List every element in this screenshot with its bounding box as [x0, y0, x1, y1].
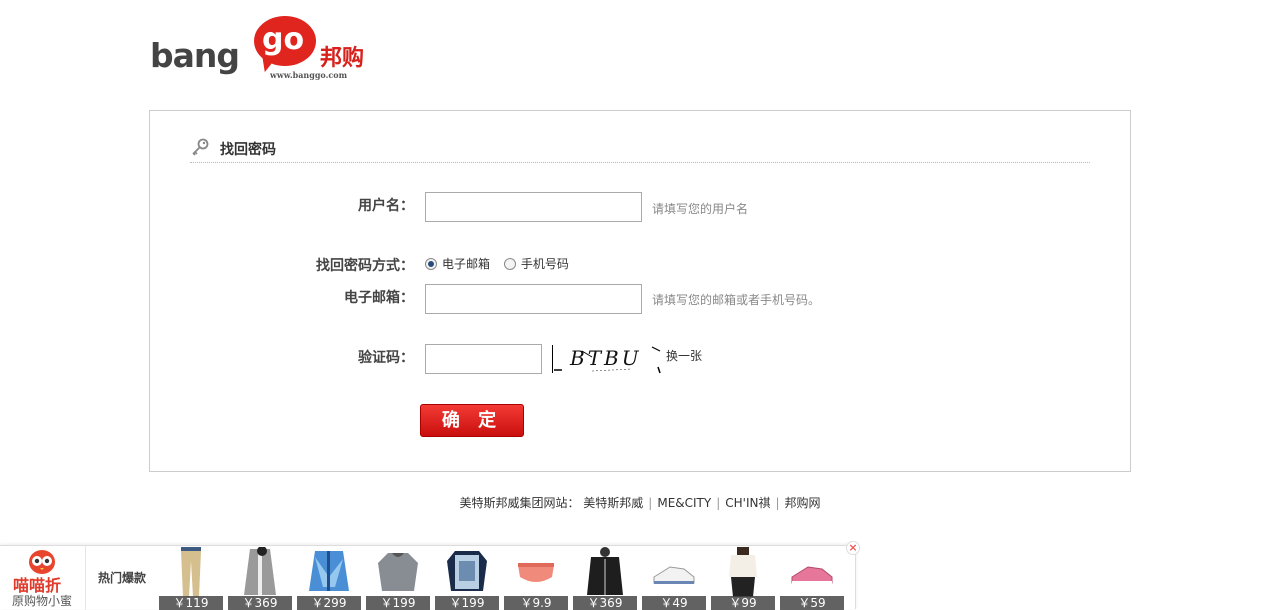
- confirm-button[interactable]: 确 定: [420, 404, 524, 437]
- product-item[interactable]: ￥49: [642, 546, 706, 610]
- logo-text-bang: bang: [150, 36, 240, 75]
- contact-label: 电子邮箱：: [344, 290, 414, 306]
- logo-text-go: go: [262, 22, 305, 57]
- panel-title: 找回密码: [220, 142, 276, 158]
- username-input[interactable]: [425, 192, 642, 222]
- contact-input[interactable]: [425, 284, 642, 314]
- product-image-pink-underwear: [518, 563, 554, 582]
- footer-link-banggo[interactable]: 邦购网: [785, 496, 821, 510]
- product-item[interactable]: ￥299: [297, 546, 361, 610]
- product-price: ￥369: [228, 596, 292, 610]
- radio-phone-label: 手机号码: [520, 257, 569, 271]
- product-image-gray-sweater: [378, 553, 418, 591]
- product-image-pink-sneaker: [791, 566, 833, 584]
- logo-url: www.banggo.com: [270, 70, 348, 80]
- product-item[interactable]: ￥369: [228, 546, 292, 610]
- logo-text-cn: 邦购: [320, 46, 365, 71]
- key-icon: [192, 138, 209, 156]
- product-item[interactable]: ￥369: [573, 546, 637, 610]
- method-radio-group: 电子邮箱 手机号码: [425, 255, 579, 272]
- product-price: ￥49: [642, 596, 706, 610]
- product-price: ￥199: [366, 596, 430, 610]
- product-price: ￥59: [780, 596, 844, 610]
- method-option-email[interactable]: 电子邮箱: [425, 255, 490, 272]
- miaomiaozhe-brand[interactable]: 喵喵折 原购物小蜜: [0, 546, 86, 610]
- owl-icon: [29, 550, 55, 574]
- product-price: ￥99: [711, 596, 775, 610]
- recover-password-panel: 找回密码 用户名： 请填写您的用户名 找回密码方式： 电子邮箱 手机号码 电子邮…: [149, 110, 1131, 472]
- refresh-captcha-link[interactable]: 换一张: [666, 347, 702, 364]
- captcha-text: BTBU: [570, 346, 642, 370]
- product-item[interactable]: ￥199: [435, 546, 499, 610]
- product-price: ￥9.9: [504, 596, 568, 610]
- product-item[interactable]: ￥9.9: [504, 546, 568, 610]
- product-image-gray-cardigan: [244, 547, 276, 595]
- group-sites-footer: 美特斯邦威集团网站： 美特斯邦威 | ME&CITY | CH'IN祺 | 邦购网: [0, 494, 1280, 511]
- footer-link-metersbonwe[interactable]: 美特斯邦威: [583, 496, 643, 510]
- product-price: ￥369: [573, 596, 637, 610]
- method-label: 找回密码方式：: [316, 258, 414, 274]
- brand-subtitle: 原购物小蜜: [12, 594, 73, 608]
- footer-separator: |: [775, 496, 780, 510]
- captcha-image[interactable]: BTBU: [552, 343, 662, 375]
- banggo-logo[interactable]: bang go 邦购 www.banggo.com: [150, 16, 370, 82]
- product-item[interactable]: ￥59: [780, 546, 844, 610]
- product-item[interactable]: ￥199: [366, 546, 430, 610]
- promo-bar: 喵喵折 原购物小蜜 热门爆款 ￥119 ￥369 ￥299 ￥199 ￥199 …: [0, 541, 860, 610]
- product-image-print-tee: [447, 551, 487, 591]
- radio-email[interactable]: [425, 258, 437, 270]
- username-label: 用户名：: [358, 198, 414, 214]
- captcha-label: 验证码：: [358, 350, 414, 366]
- footer-prefix: 美特斯邦威集团网站：: [459, 496, 580, 510]
- footer-separator: |: [716, 496, 721, 510]
- product-image-black-jacket: [587, 547, 623, 595]
- product-item[interactable]: ￥119: [159, 546, 223, 610]
- product-image-white-blouse: [729, 547, 757, 597]
- close-icon[interactable]: ×: [846, 541, 860, 555]
- footer-link-chin[interactable]: CH'IN祺: [725, 496, 770, 510]
- product-image-khaki-pants: [181, 547, 201, 597]
- product-price: ￥199: [435, 596, 499, 610]
- footer-separator: |: [648, 496, 653, 510]
- product-image-blue-jacket: [309, 551, 349, 591]
- product-image-white-sneaker: [653, 566, 695, 584]
- product-price: ￥119: [159, 596, 223, 610]
- product-item[interactable]: ￥99: [711, 546, 775, 610]
- contact-hint: 请填写您的邮箱或者手机号码。: [652, 293, 821, 307]
- hot-items-label: 热门爆款: [98, 571, 147, 585]
- radio-phone[interactable]: [503, 258, 516, 270]
- username-hint: 请填写您的用户名: [652, 202, 749, 216]
- footer-link-mecity[interactable]: ME&CITY: [657, 496, 711, 510]
- radio-email-label: 电子邮箱: [442, 257, 491, 271]
- product-price: ￥299: [297, 596, 361, 610]
- method-option-phone[interactable]: 手机号码: [503, 255, 569, 272]
- captcha-input[interactable]: [425, 344, 542, 374]
- panel-header: 找回密码: [190, 135, 1090, 163]
